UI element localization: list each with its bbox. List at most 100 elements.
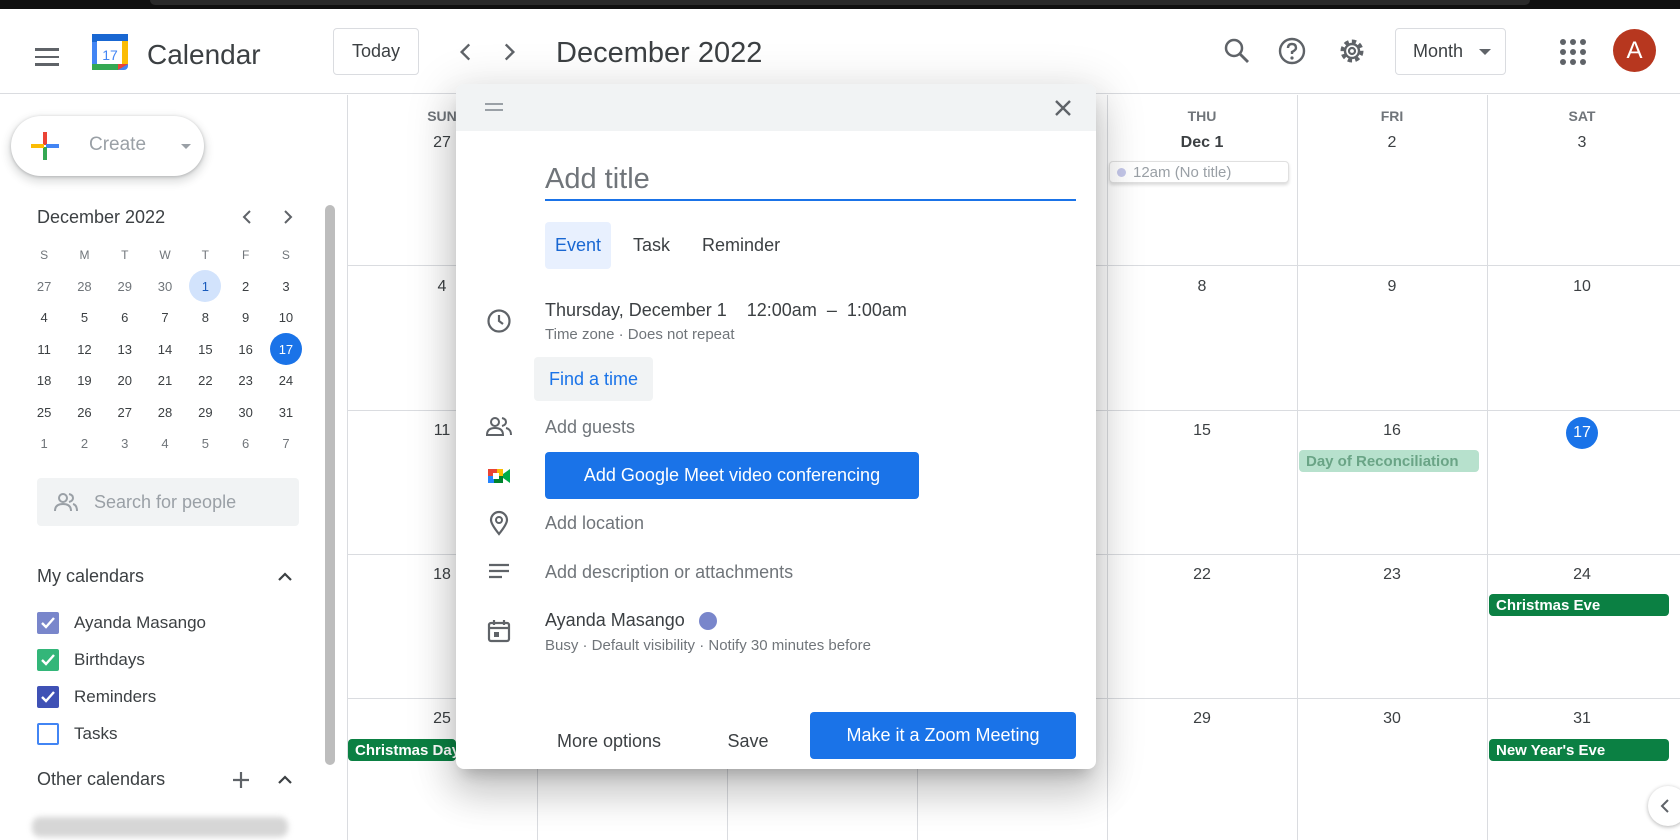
- chevron-right-icon[interactable]: [277, 207, 297, 227]
- event-chip-new-years-eve[interactable]: New Year's Eve: [1489, 739, 1669, 761]
- event-end-time[interactable]: 1:00am: [847, 300, 907, 320]
- mini-day[interactable]: 16: [225, 334, 265, 366]
- close-icon[interactable]: [1051, 96, 1075, 120]
- mini-day[interactable]: 4: [24, 302, 64, 334]
- mini-day[interactable]: 31: [266, 397, 306, 429]
- mini-day[interactable]: 19: [64, 365, 104, 397]
- apps-icon[interactable]: [1560, 39, 1586, 65]
- day-number[interactable]: 10: [1487, 278, 1677, 296]
- event-chip-christmas-eve[interactable]: Christmas Eve: [1489, 594, 1669, 616]
- mini-day[interactable]: 26: [64, 397, 104, 429]
- add-google-meet-button[interactable]: Add Google Meet video conferencing: [545, 452, 919, 499]
- mini-day[interactable]: 30: [225, 397, 265, 429]
- mini-day[interactable]: 30: [145, 271, 185, 303]
- mini-day[interactable]: 2: [225, 271, 265, 303]
- mini-day[interactable]: 27: [105, 397, 145, 429]
- checkbox-unchecked-icon[interactable]: [37, 723, 59, 745]
- mini-day[interactable]: 2: [64, 428, 104, 460]
- event-chip-day-of-reconciliation[interactable]: Day of Reconciliation: [1299, 450, 1479, 472]
- more-options-button[interactable]: More options: [545, 718, 673, 765]
- mini-day[interactable]: 3: [105, 428, 145, 460]
- create-button[interactable]: Create: [11, 116, 204, 176]
- today-day-number[interactable]: 17: [1487, 417, 1677, 449]
- plus-icon[interactable]: [231, 770, 251, 790]
- mini-day[interactable]: 13: [105, 334, 145, 366]
- day-number[interactable]: 31: [1487, 710, 1677, 728]
- checkbox-checked-icon[interactable]: [37, 649, 59, 671]
- mini-day[interactable]: 10: [266, 302, 306, 334]
- today-button[interactable]: Today: [333, 28, 419, 75]
- mini-day[interactable]: 11: [24, 334, 64, 366]
- sidebar-scrollbar[interactable]: [325, 205, 335, 765]
- mini-day[interactable]: 27: [24, 271, 64, 303]
- chevron-up-icon[interactable]: [275, 567, 295, 587]
- mini-day[interactable]: 1: [24, 428, 64, 460]
- event-start-time[interactable]: 12:00am: [747, 300, 817, 320]
- chevron-left-icon[interactable]: [238, 207, 258, 227]
- mini-day[interactable]: 29: [185, 397, 225, 429]
- mini-day[interactable]: 3: [266, 271, 306, 303]
- dialog-header[interactable]: [456, 84, 1096, 131]
- add-description-field[interactable]: Add description or attachments: [545, 562, 793, 583]
- menu-icon[interactable]: [26, 36, 68, 78]
- calendar-item-birthdays[interactable]: Birthdays: [37, 647, 145, 673]
- day-number[interactable]: 16: [1297, 422, 1487, 440]
- day-number[interactable]: 9: [1297, 278, 1487, 296]
- mini-day[interactable]: 23: [225, 365, 265, 397]
- mini-day[interactable]: 29: [105, 271, 145, 303]
- mini-day[interactable]: 24: [266, 365, 306, 397]
- day-number[interactable]: 2: [1297, 134, 1487, 152]
- add-guests-field[interactable]: Add guests: [545, 417, 635, 438]
- mini-day[interactable]: 22: [185, 365, 225, 397]
- mini-day[interactable]: 20: [105, 365, 145, 397]
- my-calendars-title[interactable]: My calendars: [37, 566, 144, 587]
- chevron-left-icon[interactable]: [453, 39, 479, 65]
- mini-day[interactable]: 5: [185, 428, 225, 460]
- day-number[interactable]: 29: [1107, 710, 1297, 728]
- event-chip-christmas-day[interactable]: Christmas Day: [348, 739, 456, 761]
- gear-icon[interactable]: [1336, 35, 1368, 67]
- add-location-field[interactable]: Add location: [545, 513, 644, 534]
- mini-day[interactable]: 28: [145, 397, 185, 429]
- event-chip-no-title[interactable]: 12am (No title): [1109, 161, 1289, 183]
- mini-day[interactable]: 4: [145, 428, 185, 460]
- timezone-repeat-text[interactable]: Time zone · Does not repeat: [545, 326, 735, 343]
- event-datetime[interactable]: Thursday, December 1 12:00am – 1:00am: [545, 300, 907, 321]
- mini-day[interactable]: 6: [225, 428, 265, 460]
- day-number[interactable]: 15: [1107, 422, 1297, 440]
- mini-day[interactable]: 9: [225, 302, 265, 334]
- avatar[interactable]: A: [1613, 29, 1656, 72]
- mini-day[interactable]: 17: [266, 333, 306, 366]
- day-number[interactable]: Dec 1: [1107, 134, 1297, 152]
- tab-task[interactable]: Task: [623, 222, 680, 269]
- checkbox-checked-icon[interactable]: [37, 612, 59, 634]
- day-number[interactable]: 24: [1487, 566, 1677, 584]
- tab-event[interactable]: Event: [545, 222, 612, 269]
- mini-day[interactable]: 7: [266, 428, 306, 460]
- day-number[interactable]: 23: [1297, 566, 1487, 584]
- calendar-item-reminders[interactable]: Reminders: [37, 684, 156, 710]
- view-select[interactable]: Month: [1395, 28, 1506, 75]
- day-number[interactable]: 22: [1107, 566, 1297, 584]
- calendar-item-ayanda[interactable]: Ayanda Masango: [37, 610, 206, 636]
- mini-day[interactable]: 1: [185, 270, 225, 303]
- calendar-settings-text[interactable]: Busy · Default visibility · Notify 30 mi…: [545, 637, 871, 654]
- search-people-input[interactable]: Search for people: [37, 478, 299, 526]
- mini-day[interactable]: 12: [64, 334, 104, 366]
- mini-day[interactable]: 6: [105, 302, 145, 334]
- day-number[interactable]: 30: [1297, 710, 1487, 728]
- event-date[interactable]: Thursday, December 1: [545, 300, 727, 320]
- calendar-logo-icon[interactable]: 17: [89, 31, 131, 73]
- chevron-right-icon[interactable]: [496, 39, 522, 65]
- day-number[interactable]: 8: [1107, 278, 1297, 296]
- drag-handle-icon[interactable]: [484, 102, 504, 112]
- event-title-input[interactable]: [545, 159, 1076, 201]
- zoom-meeting-button[interactable]: Make it a Zoom Meeting: [810, 712, 1076, 759]
- mini-day[interactable]: 25: [24, 397, 64, 429]
- help-icon[interactable]: [1276, 35, 1308, 67]
- mini-day[interactable]: 15: [185, 334, 225, 366]
- mini-day[interactable]: 14: [145, 334, 185, 366]
- find-a-time-button[interactable]: Find a time: [534, 357, 653, 401]
- checkbox-checked-icon[interactable]: [37, 686, 59, 708]
- calendar-item-tasks[interactable]: Tasks: [37, 721, 117, 747]
